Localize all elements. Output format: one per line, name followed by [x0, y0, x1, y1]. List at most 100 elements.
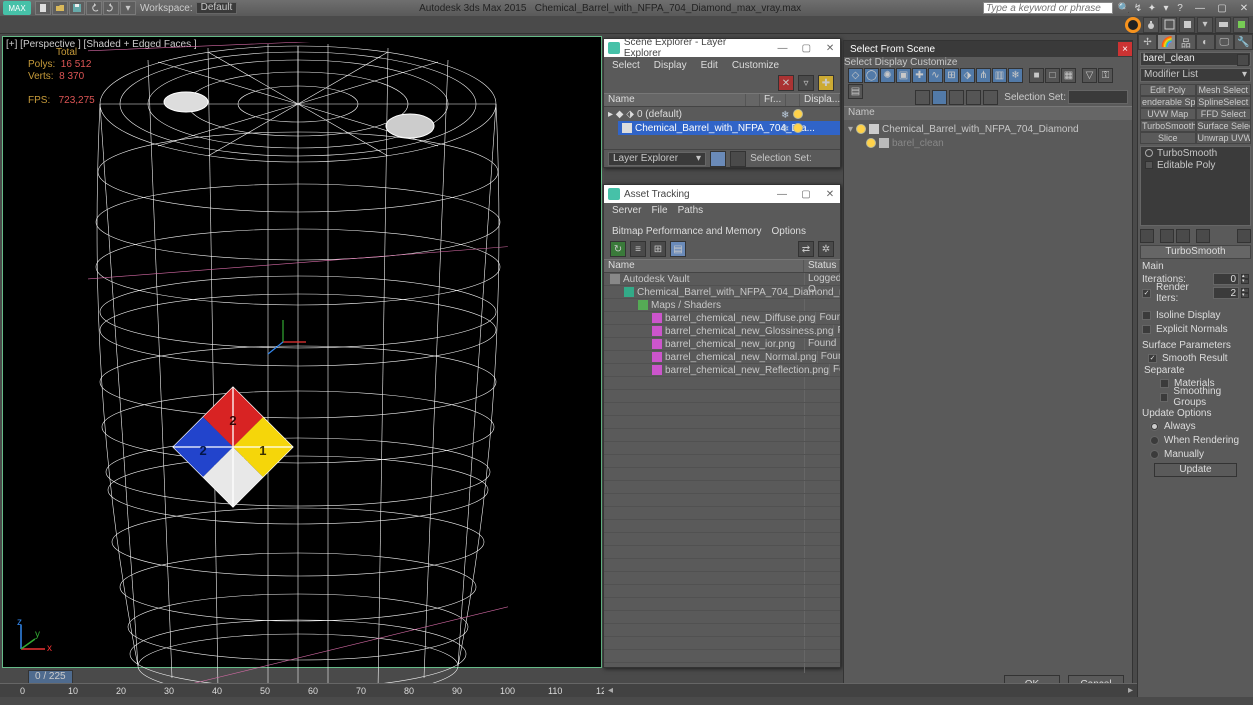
- asset-row[interactable]: Autodesk VaultLogged O: [604, 273, 840, 286]
- sel-c-icon[interactable]: [949, 90, 964, 105]
- freeze-icon[interactable]: ❄: [781, 110, 790, 119]
- pin-stack-icon[interactable]: [1140, 229, 1154, 243]
- none-icon[interactable]: □: [1045, 68, 1060, 83]
- filter-bone-icon[interactable]: ⋔: [976, 68, 991, 83]
- highlight-icon[interactable]: ▤: [670, 241, 686, 257]
- modifier-unwrap-uvw[interactable]: Unwrap UVW: [1196, 132, 1252, 144]
- signin-icon[interactable]: ▾: [1159, 1, 1173, 15]
- asset-row[interactable]: [604, 377, 840, 390]
- asset-row[interactable]: [604, 520, 840, 533]
- minimize-icon[interactable]: —: [773, 40, 793, 56]
- asset-row[interactable]: [604, 533, 840, 546]
- close-icon[interactable]: ×: [1118, 42, 1132, 56]
- asset-row[interactable]: barrel_chemical_new_Glossiness.pngFound: [604, 325, 840, 338]
- asset-row[interactable]: [604, 494, 840, 507]
- asset-row[interactable]: [604, 637, 840, 650]
- update-button[interactable]: Update: [1154, 463, 1237, 477]
- new-layer-icon[interactable]: ✚: [818, 75, 834, 91]
- tree-row[interactable]: barel_clean: [866, 136, 1128, 150]
- close-icon[interactable]: ✕: [820, 186, 840, 202]
- asset-row[interactable]: [604, 624, 840, 637]
- asset-row[interactable]: [604, 455, 840, 468]
- sfs-title[interactable]: Select From Scene ×: [844, 41, 1132, 57]
- webpanel-icon[interactable]: [1233, 17, 1249, 33]
- modifier-stack[interactable]: TurboSmooth Editable Poly: [1140, 146, 1251, 226]
- invert-icon[interactable]: ▦: [1061, 68, 1076, 83]
- workspace-dropdown[interactable]: Default: [196, 2, 238, 14]
- smgroups-checkbox[interactable]: [1160, 393, 1168, 402]
- maximize-icon[interactable]: ▢: [796, 40, 816, 56]
- asset-row[interactable]: [604, 559, 840, 572]
- materials-checkbox[interactable]: [1160, 379, 1169, 388]
- layer-row[interactable]: Chemical_Barrel_with_NFPA_704_Dia...: [618, 121, 840, 135]
- modifier-edit-poly[interactable]: Edit Poly: [1140, 84, 1196, 96]
- render-iters-input[interactable]: 2: [1213, 287, 1239, 299]
- filter-camera-icon[interactable]: ▣: [896, 68, 911, 83]
- all-icon[interactable]: ■: [1029, 68, 1044, 83]
- configure-icon[interactable]: [1237, 229, 1251, 243]
- save-file-icon[interactable]: [69, 1, 85, 15]
- asset-row[interactable]: [604, 429, 840, 442]
- filter-container-icon[interactable]: ▥: [992, 68, 1007, 83]
- help-search-input[interactable]: [983, 2, 1113, 14]
- tree-row[interactable]: ▾ Chemical_Barrel_with_NFPA_704_Diamond: [848, 122, 1128, 136]
- modifier-turbosmooth[interactable]: TurboSmooth: [1140, 120, 1196, 132]
- asset-row[interactable]: [604, 416, 840, 429]
- modifier-list-dropdown[interactable]: Modifier List▾: [1140, 68, 1251, 82]
- delete-icon[interactable]: ✕: [778, 75, 794, 91]
- modifier-enderable-spl[interactable]: enderable Spl: [1140, 96, 1196, 108]
- options-icon[interactable]: ⇄: [798, 241, 814, 257]
- modifier-splineselect[interactable]: SplineSelect: [1196, 96, 1252, 108]
- filter-geom-icon[interactable]: ◇: [848, 68, 863, 83]
- minimize-button[interactable]: —: [1191, 1, 1209, 15]
- teapot-icon[interactable]: [1143, 17, 1159, 33]
- asset-row[interactable]: [604, 390, 840, 403]
- always-radio[interactable]: [1150, 422, 1159, 431]
- project-folder-icon[interactable]: ▾: [120, 1, 136, 15]
- asset-tracking-titlebar[interactable]: Asset Tracking — ▢ ✕: [604, 185, 840, 203]
- freeze-icon[interactable]: ❄: [781, 124, 790, 133]
- maximize-icon[interactable]: ▢: [796, 186, 816, 202]
- selection-set-dropdown[interactable]: [1068, 90, 1128, 104]
- modifier-surface-select[interactable]: Surface Select: [1196, 120, 1252, 132]
- asset-tracking-menu[interactable]: Server File Paths Bitmap Performance and…: [604, 203, 840, 239]
- filter-xref-icon[interactable]: ⬗: [960, 68, 975, 83]
- explicit-normals-checkbox[interactable]: [1142, 325, 1151, 334]
- unique-icon[interactable]: [1176, 229, 1190, 243]
- modifier-slice[interactable]: Slice: [1140, 132, 1196, 144]
- minimize-icon[interactable]: —: [772, 186, 792, 202]
- close-button[interactable]: ✕: [1235, 1, 1253, 15]
- filter-shape-icon[interactable]: ◯: [864, 68, 879, 83]
- asset-row[interactable]: [604, 611, 840, 624]
- filter-light-icon[interactable]: ✺: [880, 68, 895, 83]
- object-color-swatch[interactable]: [1237, 54, 1249, 66]
- asset-row[interactable]: [604, 585, 840, 598]
- explorer-mode-dropdown[interactable]: Layer Explorer▾: [608, 152, 706, 166]
- toggle-b[interactable]: [730, 151, 746, 167]
- asset-row[interactable]: barrel_chemical_new_Diffuse.pngFound: [604, 312, 840, 325]
- asset-row[interactable]: Maps / Shaders: [604, 299, 840, 312]
- filter-group-icon[interactable]: ⊞: [944, 68, 959, 83]
- layer-explorer-menu[interactable]: Select Display Edit Customize: [604, 57, 840, 73]
- hierarchy-tab-icon[interactable]: 品: [1176, 34, 1195, 50]
- asset-row[interactable]: [604, 650, 840, 663]
- new-file-icon[interactable]: [35, 1, 51, 15]
- stack-item[interactable]: Editable Poly: [1141, 159, 1250, 171]
- asset-row[interactable]: [604, 663, 840, 673]
- smooth-result-checkbox[interactable]: ✓: [1148, 354, 1157, 363]
- asset-row[interactable]: [604, 572, 840, 585]
- frame-tag[interactable]: 0 / 225: [28, 670, 73, 684]
- modifier-mesh-select[interactable]: Mesh Select: [1196, 84, 1252, 96]
- render-frame-icon[interactable]: ▾: [1197, 17, 1213, 33]
- isoline-checkbox[interactable]: [1142, 311, 1151, 320]
- undo-icon[interactable]: [86, 1, 102, 15]
- list-icon[interactable]: ≡: [630, 241, 646, 257]
- asset-row[interactable]: [604, 442, 840, 455]
- asset-row[interactable]: barrel_chemical_new_Normal.pngFound: [604, 351, 840, 364]
- sel-b-icon[interactable]: [932, 90, 947, 105]
- toggle-icon[interactable]: [1145, 149, 1153, 157]
- visibility-icon[interactable]: [866, 138, 876, 148]
- filter-space-icon[interactable]: ∿: [928, 68, 943, 83]
- modify-tab-icon[interactable]: 🌈: [1157, 34, 1176, 50]
- asset-row[interactable]: [604, 507, 840, 520]
